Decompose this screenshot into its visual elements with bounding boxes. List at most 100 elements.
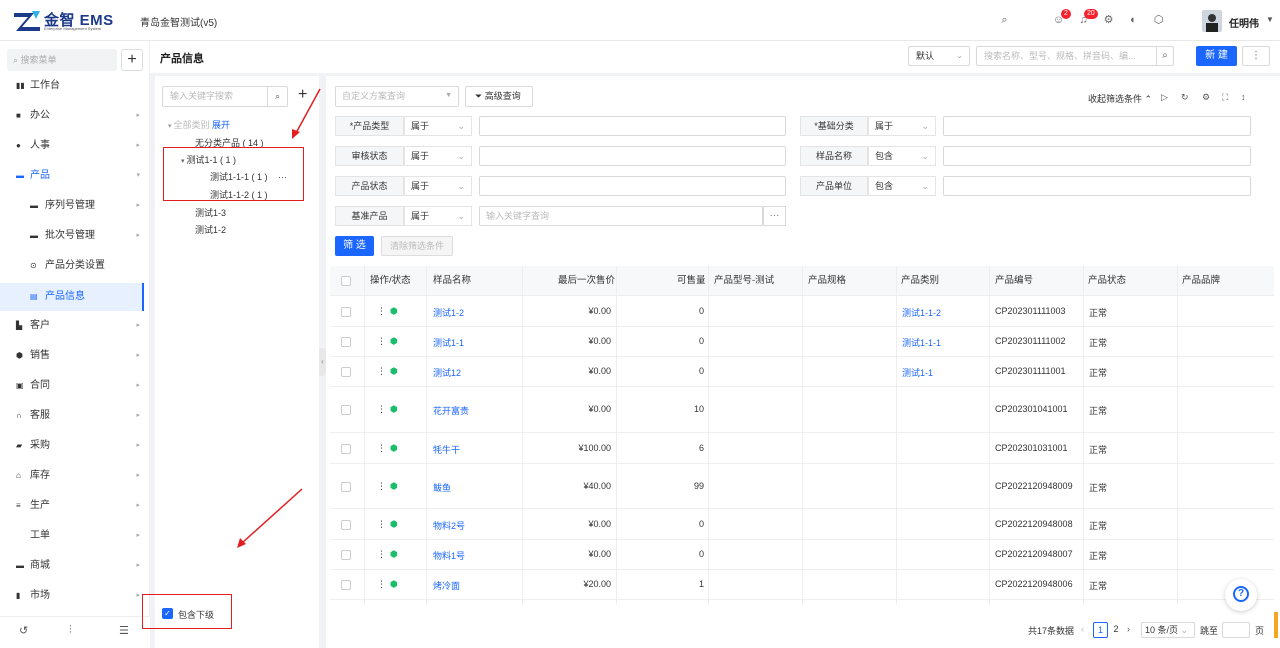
category-link[interactable]: 测试1-1-1 [902, 336, 941, 349]
density-icon[interactable]: ↕ [1241, 92, 1246, 102]
more-button[interactable]: ⋮ [1242, 46, 1270, 66]
sidebar-item-purchase[interactable]: ▰ 采购 ▸ [0, 432, 150, 460]
filter-operator[interactable]: 包含 ⌄ [868, 146, 936, 166]
sidebar-item-production[interactable]: ≡ 生产 ▸ [0, 492, 150, 520]
collapse-menu-icon[interactable]: ☰ [119, 624, 129, 637]
row-actions-icon[interactable]: ⋮ [377, 404, 386, 415]
search-icon[interactable]: ⌕ [1156, 47, 1173, 65]
col-header[interactable]: 产品型号-测试 [714, 266, 774, 296]
sidebar-item-customer[interactable]: ▙ 客户 ▸ [0, 312, 150, 340]
sidebar-item-service[interactable]: ∩ 客服 ▸ [0, 402, 150, 430]
prev-page-icon[interactable]: ‹ [1081, 624, 1084, 634]
category-link[interactable]: 测试1-1-2 [902, 306, 941, 319]
history-icon[interactable]: ↺ [19, 624, 28, 637]
sidebar-item-office[interactable]: ■ 办公 ▸ [0, 102, 150, 130]
sidebar-item-sales[interactable]: ⬢ 销售 ▸ [0, 342, 150, 370]
category-link[interactable]: 测试1-1 [902, 366, 933, 379]
user-dropdown-icon[interactable]: ▼ [1266, 15, 1274, 24]
col-header[interactable]: 产品品牌 [1182, 266, 1220, 296]
sidebar-item-market[interactable]: ▮ 市场 ▸ [0, 582, 150, 610]
filter-operator[interactable]: 属于 ⌄ [404, 176, 472, 196]
row-actions-icon[interactable]: ⋮ [377, 481, 386, 492]
row-actions-icon[interactable]: ⋮ [377, 549, 386, 560]
filter-operator[interactable]: 包含 ⌄ [868, 176, 936, 196]
sidebar-item-inventory[interactable]: ⌂ 库存 ▸ [0, 462, 150, 490]
refresh-icon[interactable]: ↻ [1181, 92, 1189, 103]
sidebar-item-category-settings[interactable]: ⊙ 产品分类设置 [0, 252, 150, 280]
scheme-select[interactable]: 自定义方案查询 ▼ [335, 86, 459, 107]
filter-operator[interactable]: 属于 ⌄ [404, 206, 472, 226]
filter-input[interactable] [943, 146, 1251, 166]
row-checkbox[interactable] [341, 550, 351, 560]
filter-input[interactable] [943, 176, 1251, 196]
product-name-link[interactable]: 鲅鱼 [433, 481, 451, 494]
sidebar-item-workorder[interactable]: 工单 ▸ [0, 522, 150, 550]
advanced-query-button[interactable]: ⏷ 高级查询 [465, 86, 533, 107]
filter-input[interactable] [479, 146, 786, 166]
menu-search-input[interactable]: ⌕ 搜索菜单 [7, 49, 117, 71]
settings-icon[interactable]: ⚙ [1202, 92, 1210, 103]
row-checkbox[interactable] [341, 307, 351, 317]
col-header[interactable]: 最后一次售价 [558, 266, 615, 296]
col-header[interactable]: 产品类别 [901, 266, 939, 296]
help-button[interactable]: ? [1225, 579, 1257, 611]
more-icon[interactable]: ··· [763, 206, 786, 226]
sidebar-item-product-info[interactable]: ▤ 产品信息 [0, 283, 144, 311]
new-button[interactable]: 新 建 [1196, 46, 1237, 66]
tree-node[interactable]: 测试1-2 [195, 223, 226, 236]
tree-node[interactable]: ▾ 测试1-1 ( 1 ) [181, 153, 236, 166]
filter-operator[interactable]: 属于 ⌄ [404, 146, 472, 166]
filter-operator[interactable]: 属于 ⌄ [868, 116, 936, 136]
row-actions-icon[interactable]: ⋮ [377, 579, 386, 590]
row-actions-icon[interactable]: ⋮ [377, 306, 386, 317]
row-actions-icon[interactable]: ⋮ [377, 519, 386, 530]
page-button-active[interactable]: 1 [1093, 622, 1108, 638]
row-checkbox[interactable] [341, 482, 351, 492]
product-name-link[interactable]: 物料1号 [433, 549, 465, 562]
product-name-link[interactable]: 花开富贵 [433, 404, 469, 417]
side-handle[interactable] [1274, 612, 1278, 638]
row-checkbox[interactable] [341, 405, 351, 415]
tree-node[interactable]: 测试1-3 [195, 206, 226, 219]
product-name-link[interactable]: 测试12 [433, 366, 461, 379]
user-name[interactable]: 任明伟 [1229, 15, 1259, 30]
filter-operator[interactable]: 属于 ⌄ [404, 116, 472, 136]
sidebar-item-hr[interactable]: ● 人事 ▸ [0, 132, 150, 160]
avatar[interactable] [1202, 10, 1222, 32]
theme-icon[interactable]: ◐ [1127, 14, 1140, 27]
product-name-link[interactable]: 牦牛干 [433, 443, 460, 456]
product-name-link[interactable]: 物料2号 [433, 519, 465, 532]
filter-button[interactable]: 筛 选 [335, 236, 374, 256]
col-header[interactable]: 产品状态 [1088, 266, 1126, 296]
col-header[interactable]: 产品规格 [808, 266, 846, 296]
clear-filters-button[interactable]: 清除筛选条件 [381, 236, 453, 256]
view-select[interactable]: 默认 ⌄ [908, 46, 970, 66]
add-menu-button[interactable]: + [121, 49, 143, 71]
base-product-input[interactable]: 输入关键字查询 [479, 206, 763, 226]
app-logo[interactable]: 金智 EMS Enterprise Management System [14, 9, 124, 33]
row-checkbox[interactable] [341, 367, 351, 377]
page-button[interactable]: 2 [1110, 622, 1122, 638]
sidebar-item-mall[interactable]: ▬ 商城 ▸ [0, 552, 150, 580]
sidebar-item-batch[interactable]: ▬ 批次号管理 ▸ [0, 222, 150, 250]
row-checkbox[interactable] [341, 520, 351, 530]
row-checkbox[interactable] [341, 444, 351, 454]
col-header[interactable]: 可售量 [677, 266, 706, 296]
sidebar-item-workbench[interactable]: ▮▮ 工作台 [0, 72, 150, 100]
product-name-link[interactable]: 测试1-1 [433, 336, 464, 349]
filter-input[interactable] [479, 116, 786, 136]
row-actions-icon[interactable]: ⋮ [377, 336, 386, 347]
tree-root[interactable]: ▾ 全部类别 展开 [168, 118, 230, 131]
play-icon[interactable]: ▷ [1161, 92, 1168, 103]
filter-input[interactable] [943, 116, 1251, 136]
row-checkbox[interactable] [341, 580, 351, 590]
filter-input[interactable] [479, 176, 786, 196]
fullscreen-icon[interactable]: ⛶ [1222, 92, 1228, 103]
select-all-checkbox[interactable] [341, 276, 351, 286]
collapse-filters-link[interactable]: 收起筛选条件 ⌃ [1088, 92, 1152, 105]
product-name-link[interactable]: 烤冷面 [433, 579, 460, 592]
product-name-link[interactable]: 测试1-2 [433, 306, 464, 319]
hex-icon[interactable]: ⬡ [1152, 14, 1165, 27]
next-page-icon[interactable]: › [1127, 624, 1130, 634]
sidebar-item-contract[interactable]: ▣ 合同 ▸ [0, 372, 150, 400]
